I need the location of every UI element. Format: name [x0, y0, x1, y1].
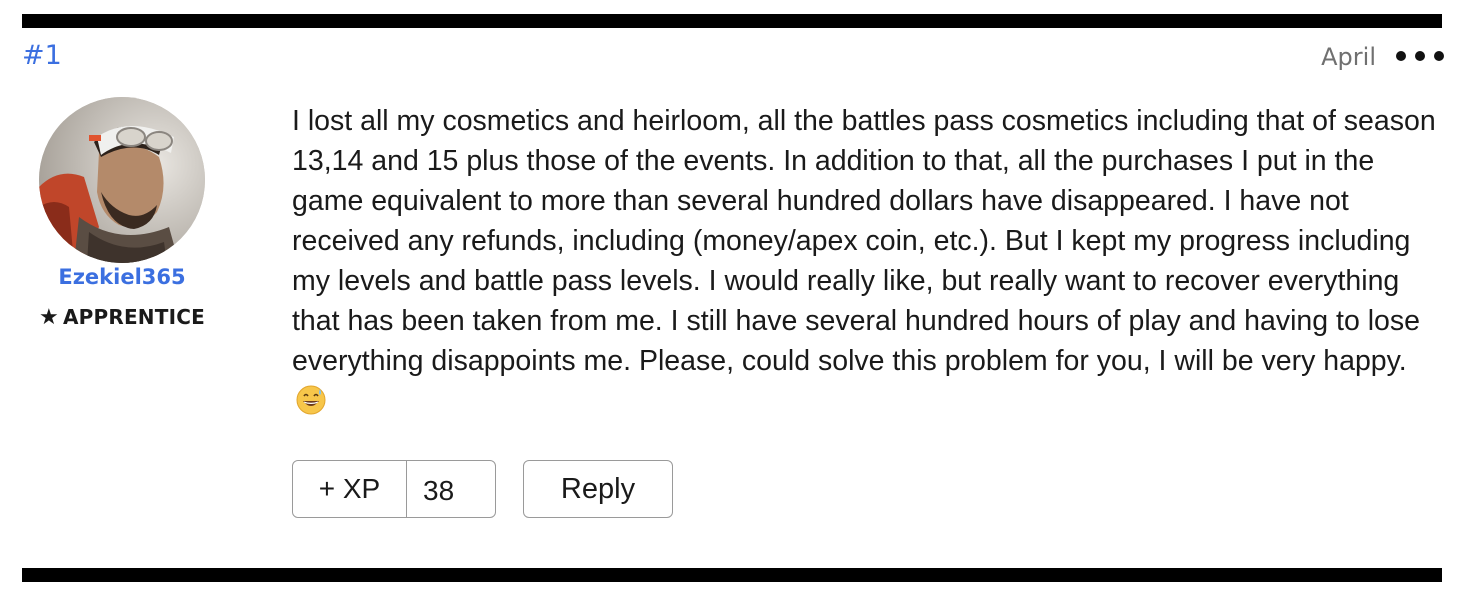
avatar[interactable] — [39, 97, 205, 263]
author-rank: ★ APPRENTICE — [22, 302, 222, 333]
post-date: April — [1321, 43, 1376, 71]
top-separator-bar — [22, 14, 1442, 28]
grinning-face-with-sweat-emoji — [296, 385, 326, 415]
xp-count: 38 — [423, 475, 455, 506]
more-dot — [1415, 51, 1425, 61]
bottom-separator-bar — [22, 568, 1442, 582]
xp-vote-group: + XP 38 — [292, 460, 496, 518]
star-icon: ★ — [39, 305, 59, 330]
author-username-link[interactable]: Ezekiel365 — [22, 262, 222, 292]
more-options-icon[interactable] — [1396, 44, 1444, 68]
reply-button[interactable]: Reply — [523, 460, 673, 518]
more-dot — [1396, 51, 1406, 61]
post-text: I lost all my cosmetics and heirloom, al… — [292, 105, 1436, 377]
more-dot — [1434, 51, 1444, 61]
rank-label: APPRENTICE — [62, 305, 205, 329]
avatar-image — [39, 97, 205, 263]
add-xp-button[interactable]: + XP — [293, 461, 407, 517]
post-number-link[interactable]: #1 — [22, 40, 62, 72]
post-content: I lost all my cosmetics and heirloom, al… — [292, 101, 1440, 421]
